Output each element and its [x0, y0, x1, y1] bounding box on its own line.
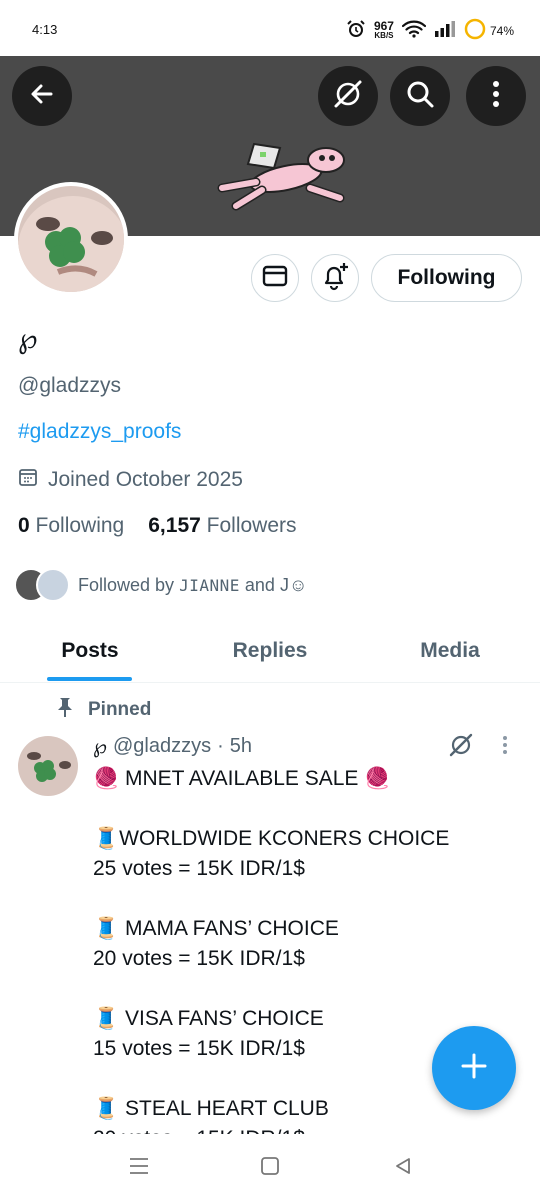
more-options-button[interactable]: [466, 66, 526, 126]
post-header: ℘ @gladzzys · 5h: [93, 734, 252, 759]
post-author-handle[interactable]: @gladzzys: [113, 735, 211, 758]
search-icon: [405, 79, 435, 114]
followed-by-name: J☺: [279, 574, 308, 595]
followed-by[interactable]: Followed by JIANNE and J☺: [14, 566, 307, 604]
message-button[interactable]: [251, 254, 299, 302]
following-count-link[interactable]: 0 Following: [18, 514, 124, 538]
banner-illustration: [217, 142, 345, 211]
search-button[interactable]: [390, 66, 450, 126]
following-count: 0: [18, 514, 30, 537]
back-nav-button[interactable]: [388, 1154, 418, 1182]
pinned-indicator: Pinned: [56, 696, 151, 724]
status-time: 4:13: [32, 22, 58, 37]
pinned-label: Pinned: [88, 699, 152, 720]
alarm-icon: [346, 19, 366, 42]
battery-icon: [464, 18, 486, 43]
followed-by-and: and: [244, 574, 275, 595]
active-tab-indicator: [47, 677, 132, 681]
follower-avatar: [36, 568, 70, 602]
square-icon: [260, 1156, 280, 1181]
tab-posts[interactable]: Posts: [0, 620, 180, 682]
profile-handle: @gladzzys: [18, 374, 122, 397]
battery: 74%: [464, 18, 514, 43]
grok-icon: [332, 78, 364, 115]
plus-icon: [459, 1051, 489, 1086]
following-button[interactable]: Following: [371, 254, 522, 302]
bio-hashtag-link[interactable]: #gladzzys_proofs: [18, 420, 181, 444]
post-time[interactable]: 5h: [230, 735, 252, 758]
post-avatar[interactable]: [18, 736, 78, 796]
compose-button[interactable]: [432, 1026, 516, 1110]
grok-icon[interactable]: [448, 732, 474, 763]
recent-apps-button[interactable]: [124, 1154, 154, 1182]
status-icons: 967 KB/S 74%: [346, 18, 514, 43]
following-label: Following: [35, 514, 125, 537]
followed-by-prefix: Followed by: [78, 574, 175, 595]
wifi-icon: [401, 20, 427, 41]
post-actions: [448, 732, 508, 763]
bell-plus-icon: [320, 261, 350, 296]
followers-label: Followers: [206, 514, 297, 537]
network-speed-unit: KB/S: [374, 30, 394, 40]
calendar-icon: [18, 467, 38, 493]
display-name: ℘: [18, 323, 38, 354]
follow-counts: 0 Following 6,157 Followers: [18, 514, 297, 538]
pin-icon: [56, 696, 74, 724]
signal-icon: [434, 20, 456, 41]
joined-date: Joined October 2025: [18, 467, 243, 493]
triangle-back-icon: [393, 1156, 413, 1181]
message-icon: [262, 265, 288, 292]
status-bar: 4:13 967 KB/S 74%: [0, 0, 540, 56]
post-separator: ·: [217, 735, 224, 757]
network-speed: 967 KB/S: [374, 20, 394, 41]
menu-lines-icon: [128, 1156, 150, 1181]
tab-media[interactable]: Media: [360, 620, 540, 682]
post-author-name[interactable]: ℘: [93, 734, 107, 759]
home-button[interactable]: [255, 1154, 285, 1182]
joined-label: Joined October 2025: [48, 468, 243, 491]
followed-by-avatars: [14, 566, 72, 604]
back-button[interactable]: [12, 66, 72, 126]
more-vertical-icon: [491, 79, 501, 114]
followers-count-link[interactable]: 6,157 Followers: [148, 514, 296, 538]
followers-count: 6,157: [148, 514, 201, 537]
profile-tabs: Posts Replies Media: [0, 620, 540, 683]
tab-replies[interactable]: Replies: [180, 620, 360, 682]
profile-avatar[interactable]: [14, 182, 128, 296]
post-more-icon[interactable]: [502, 735, 508, 760]
grok-button[interactable]: [318, 66, 378, 126]
battery-percent: 74%: [489, 23, 514, 38]
system-nav-bar: [0, 1134, 540, 1200]
back-arrow-icon: [27, 79, 57, 114]
followed-by-name: JIANNE: [179, 575, 240, 595]
notify-button[interactable]: [311, 254, 359, 302]
